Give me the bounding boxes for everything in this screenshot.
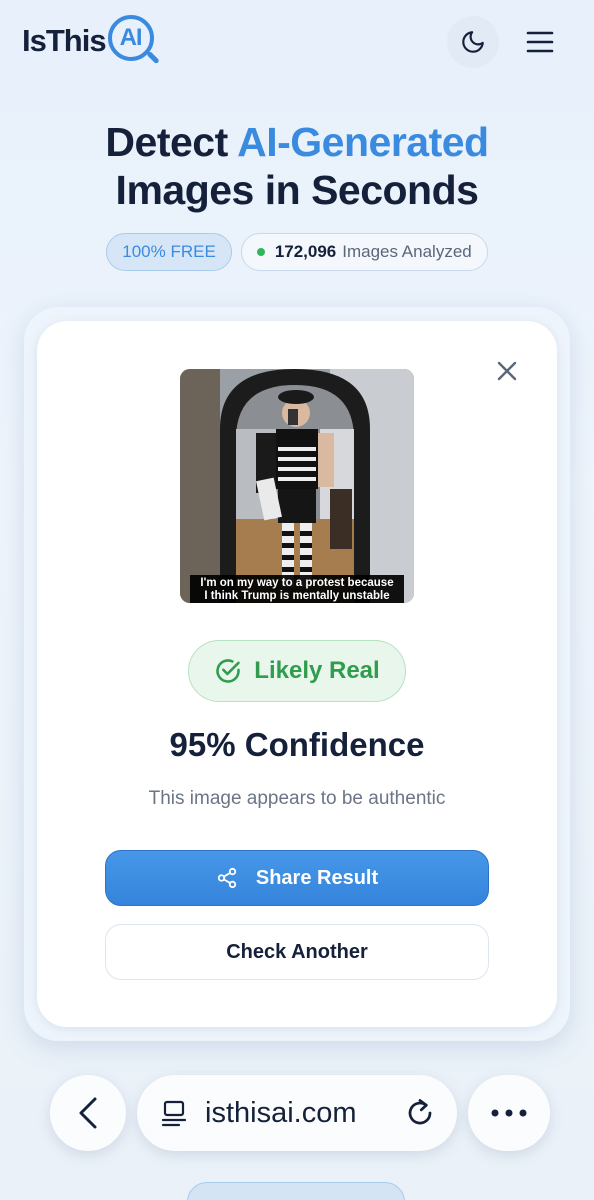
close-button[interactable] <box>492 356 522 386</box>
check-another-label: Check Another <box>226 940 368 963</box>
browser-address-bar[interactable]: isthisai.com <box>137 1075 457 1151</box>
analyzed-image: I'm on my way to a protest because I thi… <box>180 369 414 603</box>
images-analyzed-count: 172,096 <box>274 242 337 261</box>
reload-icon[interactable] <box>405 1098 435 1128</box>
browser-more-button[interactable] <box>468 1075 550 1151</box>
page-title: Detect AI-Generated Images in Seconds <box>0 118 594 214</box>
site-header: IsThis AI <box>0 0 594 90</box>
free-badge: 100% FREE <box>106 233 232 271</box>
logo-magnifier-icon: AI <box>107 15 160 67</box>
page-menu-icon <box>161 1100 187 1127</box>
hamburger-menu-icon <box>526 31 554 53</box>
confidence-score: 95% Confidence <box>169 726 425 763</box>
verdict-badge: Likely Real <box>188 640 406 702</box>
image-caption-line-1: I'm on my way to a protest because <box>200 577 394 589</box>
image-caption: I'm on my way to a protest because I thi… <box>190 575 404 603</box>
site-logo[interactable]: IsThis AI <box>22 12 160 70</box>
live-dot-icon <box>256 248 265 256</box>
chevron-left-icon <box>79 1097 97 1129</box>
title-accent: AI-Generated <box>237 119 489 165</box>
result-description: This image appears to be authentic <box>148 788 446 809</box>
browser-url[interactable]: isthisai.com <box>205 1097 389 1130</box>
moon-icon <box>462 31 484 53</box>
check-circle-icon <box>216 659 241 683</box>
logo-badge-text: AI <box>119 24 143 51</box>
logo-text: IsThis <box>22 23 107 58</box>
stats-badges: 100% FREE 172,096 Images Analyzed <box>0 233 594 271</box>
image-caption-line-2: I think Trump is mentally unstable <box>204 590 390 602</box>
theme-toggle-button[interactable] <box>447 16 499 68</box>
close-icon <box>497 361 517 381</box>
title-part-1: Detect <box>105 119 238 165</box>
hero-section: Detect AI-Generated Images in Seconds <box>0 118 594 214</box>
share-result-label: Share Result <box>255 866 379 889</box>
verdict-label: Likely Real <box>254 657 380 684</box>
browser-back-button[interactable] <box>50 1075 126 1151</box>
images-analyzed-badge: 172,096 Images Analyzed <box>240 233 488 271</box>
partially-hidden-button <box>187 1182 405 1200</box>
more-dots-icon <box>491 1109 527 1117</box>
share-result-button[interactable]: Share Result <box>105 850 489 906</box>
check-another-button[interactable]: Check Another <box>105 924 489 980</box>
menu-button[interactable] <box>520 22 560 62</box>
share-icon <box>217 867 237 889</box>
title-line-2: Images in Seconds <box>115 167 479 213</box>
images-analyzed-label: Images Analyzed <box>342 242 472 261</box>
